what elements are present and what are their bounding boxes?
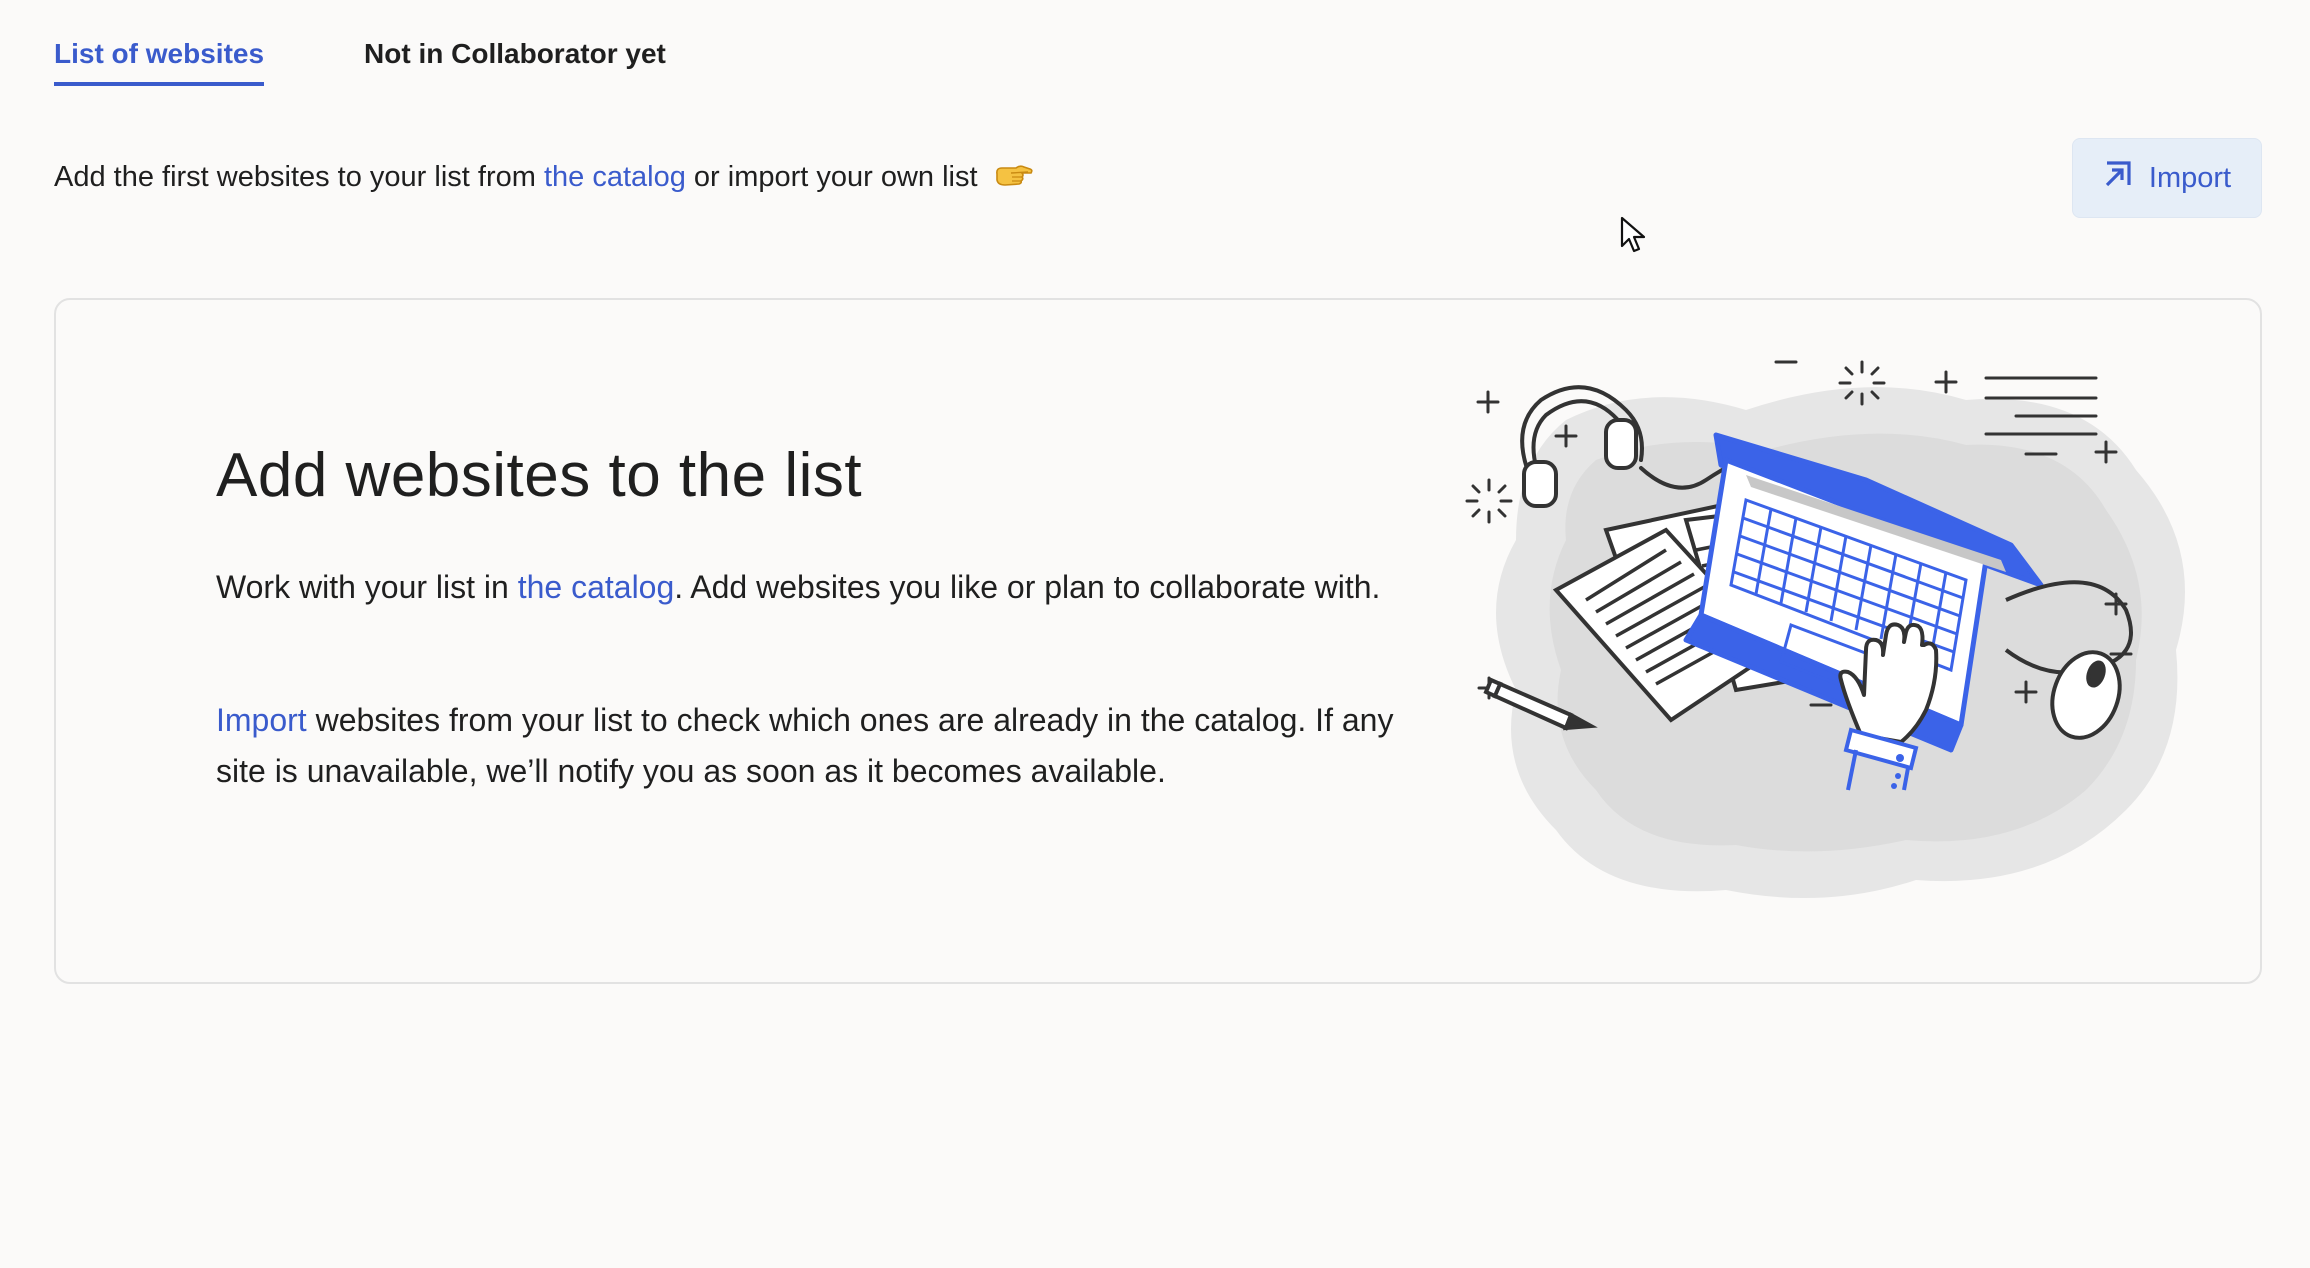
empty-state-paragraph-catalog: Work with your list in the catalog. Add … <box>216 562 1406 613</box>
pointing-hand-icon <box>994 160 1034 198</box>
tab-list-of-websites[interactable]: List of websites <box>54 38 265 86</box>
import-arrow-icon <box>2103 159 2133 197</box>
import-button-label: Import <box>2148 161 2232 194</box>
empty-state-card: Add websites to the list Work with your … <box>54 298 2262 984</box>
empty-state-paragraph-import: Import websites from your list to check … <box>216 695 1406 797</box>
intro-text: Add the first websites to your list from… <box>54 160 1034 198</box>
para1-end: . Add websites you like or plan to colla… <box>674 569 1381 605</box>
catalog-link-inline[interactable]: the catalog <box>518 569 675 605</box>
intro-text-end: or import your own list <box>685 161 978 193</box>
intro-text-start: Add the first websites to your list from <box>54 161 544 193</box>
catalog-link[interactable]: the catalog <box>544 161 686 193</box>
tab-bar: List of websites Not in Collaborator yet <box>54 38 666 86</box>
import-link-inline[interactable]: Import <box>216 702 307 738</box>
para1-start: Work with your list in <box>216 569 518 605</box>
tab-not-in-collaborator[interactable]: Not in Collaborator yet <box>364 38 666 86</box>
para2-end: websites from your list to check which o… <box>216 702 1394 789</box>
workspace-illustration <box>1465 360 2185 898</box>
import-button[interactable]: Import <box>2072 138 2262 218</box>
mouse-cursor-icon <box>1620 216 1648 261</box>
empty-state-title: Add websites to the list <box>216 441 863 510</box>
